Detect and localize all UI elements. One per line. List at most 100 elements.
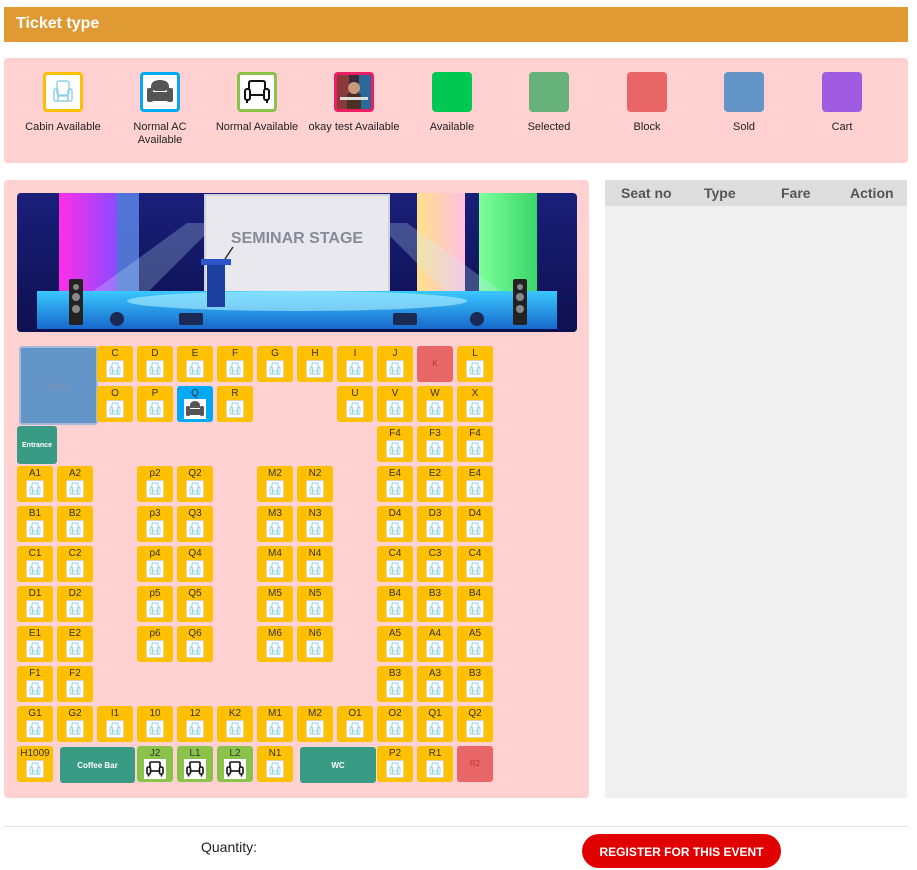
seat-m1[interactable]: M1	[257, 706, 293, 742]
seat-f[interactable]: F	[217, 346, 253, 382]
cabin-seat-icon	[306, 480, 324, 498]
seat-f1[interactable]: F1	[17, 666, 53, 702]
seat-g1[interactable]: G1	[17, 706, 53, 742]
seat-a3[interactable]: A3	[417, 666, 453, 702]
seat-e2[interactable]: E2	[57, 626, 93, 662]
seat-q6[interactable]: Q6	[177, 626, 213, 662]
seat-i[interactable]: I	[337, 346, 373, 382]
seat-q1[interactable]: Q1	[417, 706, 453, 742]
seat-l2[interactable]: L2	[217, 746, 253, 782]
seat-n3[interactable]: N3	[297, 506, 333, 542]
seat-q2[interactable]: Q2	[457, 706, 493, 742]
seat-h1009[interactable]: H1009	[17, 746, 53, 782]
seat-q[interactable]: Q	[177, 386, 213, 422]
seat-m2[interactable]: M2	[257, 466, 293, 502]
seat-f3[interactable]: F3	[417, 426, 453, 462]
seat-p4[interactable]: p4	[137, 546, 173, 582]
seat-e4[interactable]: E4	[377, 466, 413, 502]
seat-a5[interactable]: A5	[377, 626, 413, 662]
seat-o2[interactable]: O2	[377, 706, 413, 742]
seat-f4[interactable]: F4	[377, 426, 413, 462]
seat-j2[interactable]: J2	[137, 746, 173, 782]
seat-a5[interactable]: A5	[457, 626, 493, 662]
seat-10[interactable]: 10	[137, 706, 173, 742]
seat-d4[interactable]: D4	[377, 506, 413, 542]
seat-b1[interactable]: B1	[17, 506, 53, 542]
seat-j[interactable]: J	[377, 346, 413, 382]
cabin-seat-icon	[186, 600, 204, 618]
seat-d[interactable]: D	[137, 346, 173, 382]
register-button[interactable]: REGISTER FOR THIS EVENT	[582, 834, 781, 868]
seat-i1[interactable]: I1	[97, 706, 133, 742]
seat-b3[interactable]: B3	[417, 586, 453, 622]
seat-n4[interactable]: N4	[297, 546, 333, 582]
seat-g[interactable]: G	[257, 346, 293, 382]
seat-r[interactable]: R	[217, 386, 253, 422]
seat-c[interactable]: C	[97, 346, 133, 382]
seat-b3[interactable]: B3	[377, 666, 413, 702]
seat-a2[interactable]: A2	[57, 466, 93, 502]
seat-b2[interactable]: B2	[57, 506, 93, 542]
seat-n1[interactable]: N1	[257, 746, 293, 782]
seat-p5[interactable]: p5	[137, 586, 173, 622]
seat-label: M3	[268, 508, 282, 519]
seat-q4[interactable]: Q4	[177, 546, 213, 582]
seat-m3[interactable]: M3	[257, 506, 293, 542]
cabin-seat-icon	[266, 360, 284, 378]
seat-m2[interactable]: M2	[297, 706, 333, 742]
seat-q3[interactable]: Q3	[177, 506, 213, 542]
seat-f4[interactable]: F4	[457, 426, 493, 462]
seat-label: E2	[428, 468, 442, 479]
seat-d2[interactable]: D2	[57, 586, 93, 622]
seat-b4[interactable]: B4	[457, 586, 493, 622]
seat-map: SEMINAR STAGE Stage C D E F G H I J K L O P Q R U V W X F4…	[4, 180, 589, 798]
seat-label: B4	[388, 588, 402, 599]
seat-p2[interactable]: P2	[377, 746, 413, 782]
seat-p6[interactable]: p6	[137, 626, 173, 662]
seat-m4[interactable]: M4	[257, 546, 293, 582]
seat-c1[interactable]: C1	[17, 546, 53, 582]
seat-q5[interactable]: Q5	[177, 586, 213, 622]
seat-label: B3	[468, 668, 482, 679]
seat-a1[interactable]: A1	[17, 466, 53, 502]
seat-e4[interactable]: E4	[457, 466, 493, 502]
seat-o[interactable]: O	[97, 386, 133, 422]
seat-u[interactable]: U	[337, 386, 373, 422]
seat-m5[interactable]: M5	[257, 586, 293, 622]
seat-n6[interactable]: N6	[297, 626, 333, 662]
seat-m6[interactable]: M6	[257, 626, 293, 662]
seat-b3[interactable]: B3	[457, 666, 493, 702]
seat-b4[interactable]: B4	[377, 586, 413, 622]
seat-12[interactable]: 12	[177, 706, 213, 742]
seat-l1[interactable]: L1	[177, 746, 213, 782]
seat-c4[interactable]: C4	[377, 546, 413, 582]
seat-d1[interactable]: D1	[17, 586, 53, 622]
seat-a4[interactable]: A4	[417, 626, 453, 662]
seat-g2[interactable]: G2	[57, 706, 93, 742]
seat-d4[interactable]: D4	[457, 506, 493, 542]
seat-e[interactable]: E	[177, 346, 213, 382]
cabin-seat-icon	[106, 360, 124, 378]
seat-c3[interactable]: C3	[417, 546, 453, 582]
seat-w[interactable]: W	[417, 386, 453, 422]
seat-v[interactable]: V	[377, 386, 413, 422]
seat-c2[interactable]: C2	[57, 546, 93, 582]
seat-k2[interactable]: K2	[217, 706, 253, 742]
seat-e2[interactable]: E2	[417, 466, 453, 502]
seat-n5[interactable]: N5	[297, 586, 333, 622]
seat-p2[interactable]: p2	[137, 466, 173, 502]
seat-o1[interactable]: O1	[337, 706, 373, 742]
seat-q2[interactable]: Q2	[177, 466, 213, 502]
seat-e1[interactable]: E1	[17, 626, 53, 662]
seat-r1[interactable]: R1	[417, 746, 453, 782]
seat-c4[interactable]: C4	[457, 546, 493, 582]
seat-l[interactable]: L	[457, 346, 493, 382]
seat-p[interactable]: P	[137, 386, 173, 422]
seat-h[interactable]: H	[297, 346, 333, 382]
seat-d3[interactable]: D3	[417, 506, 453, 542]
seat-label: O1	[348, 708, 362, 719]
seat-x[interactable]: X	[457, 386, 493, 422]
seat-p3[interactable]: p3	[137, 506, 173, 542]
seat-f2[interactable]: F2	[57, 666, 93, 702]
seat-n2[interactable]: N2	[297, 466, 333, 502]
